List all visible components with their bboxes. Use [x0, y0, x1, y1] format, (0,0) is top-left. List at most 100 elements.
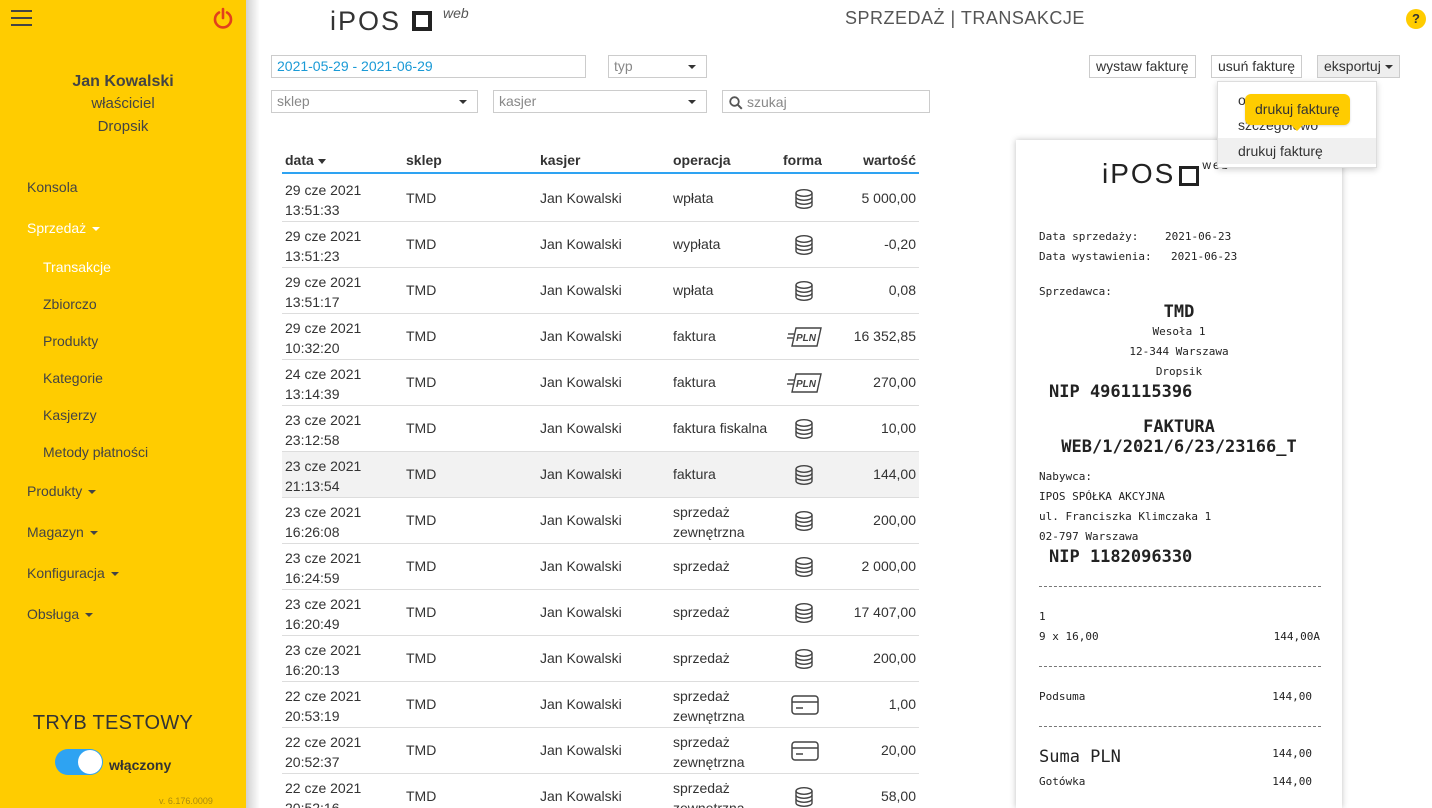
sidebar-item-konfiguracja[interactable]: Konfiguracja [27, 565, 119, 581]
cell-date-day: 23 cze 2021 [285, 550, 362, 566]
table-row[interactable]: 23 cze 2021 23:12:58 TMD Jan Kowalski faktur… [282, 406, 919, 452]
cell-cashier: Jan Kowalski [540, 650, 622, 666]
cell-shop: TMD [406, 420, 437, 436]
cell-payment-form [787, 463, 821, 487]
cell-date: 29 cze 2021 13:51:33 [285, 180, 361, 220]
caret-down-icon [110, 572, 119, 577]
cell-value: 16 352,85 [853, 328, 916, 344]
table-row[interactable]: 22 cze 2021 20:52:16 TMD Jan Kowalski sprzed… [282, 774, 919, 808]
transfer-pln-icon: PLN [787, 373, 822, 393]
sidebar-item-sprzedaz[interactable]: Sprzedaż [27, 220, 101, 236]
credit-card-icon [791, 695, 819, 715]
svg-text:PLN: PLN [796, 333, 817, 344]
column-header-cashier[interactable]: kasjer [540, 152, 580, 168]
sidebar-item-obsluga[interactable]: Obsługa [27, 606, 94, 622]
table-row[interactable]: 29 cze 2021 10:32:20 TMD Jan Kowalski faktur… [282, 314, 919, 360]
cell-date-time: 20:53:19 [285, 708, 340, 724]
search-input[interactable]: szukaj [722, 90, 930, 113]
cash-coins-icon [795, 189, 813, 209]
item-qty: 9 x 16,00 [1039, 630, 1099, 643]
sidebar-item-produkty-sub[interactable]: Produkty [43, 333, 98, 349]
caret-down-icon [88, 490, 97, 495]
cell-payment-form [787, 417, 821, 441]
caret-down-icon [85, 613, 94, 618]
cell-payment-form [787, 279, 821, 303]
cell-date-time: 23:12:58 [285, 432, 340, 448]
cell-operation: sprzedaż [673, 604, 730, 620]
sidebar-item-produkty[interactable]: Produkty [27, 483, 97, 499]
sidebar-item-metody-platnosci[interactable]: Metody płatności [43, 444, 148, 460]
cell-value: 1,00 [888, 696, 916, 712]
cell-date-time: 13:51:17 [285, 294, 340, 310]
table-row[interactable]: 23 cze 2021 16:24:59 TMD Jan Kowalski sprzed… [282, 544, 919, 590]
cell-date: 23 cze 2021 21:13:54 [285, 456, 361, 496]
cell-date-time: 13:51:33 [285, 202, 340, 218]
cell-cashier: Jan Kowalski [540, 558, 622, 574]
date-range-input[interactable]: 2021-05-29 - 2021-06-29 [271, 55, 586, 78]
cash: 144,00 [1272, 775, 1312, 788]
type-select[interactable]: typ [608, 55, 707, 78]
buyer-name: IPOS SPÓŁKA AKCYJNA [1039, 490, 1165, 503]
column-header-label: data [285, 152, 314, 168]
page-title: SPRZEDAŻ | TRANSAKCJE [845, 8, 1085, 28]
cell-operation-line2: zewnętrzna [673, 708, 745, 724]
cell-date-day: 29 cze 2021 [285, 320, 362, 336]
shop-select[interactable]: sklep [271, 90, 478, 113]
help-button[interactable]: ? [1406, 9, 1426, 29]
table-row[interactable]: 22 cze 2021 20:52:37 TMD Jan Kowalski sprzed… [282, 728, 919, 774]
cell-operation: sprzedaż zewnętrzna [673, 778, 745, 808]
shop-select-placeholder: sklep [277, 93, 310, 109]
sidebar-item-magazyn[interactable]: Magazyn [27, 524, 98, 540]
cell-cashier: Jan Kowalski [540, 190, 622, 206]
cell-payment-form [787, 555, 821, 579]
table-row[interactable]: 23 cze 2021 21:13:54 TMD Jan Kowalski faktur… [282, 452, 919, 498]
column-header-shop[interactable]: sklep [406, 152, 442, 168]
sidebar-item-konsola[interactable]: Konsola [27, 179, 78, 195]
cashier-select[interactable]: kasjer [493, 90, 707, 113]
cell-operation-line1: sprzedaż [673, 504, 730, 520]
power-icon[interactable] [212, 7, 234, 29]
logo-mark-icon [1179, 165, 1200, 186]
cell-operation-line1: sprzedaż [673, 688, 730, 704]
issue-date: 2021-06-23 [1171, 250, 1238, 263]
table-row[interactable]: 24 cze 2021 13:14:39 TMD Jan Kowalski faktur… [282, 360, 919, 406]
seller-city: 12-344 Warszawa [1129, 345, 1229, 358]
sidebar-item-kasjerzy[interactable]: Kasjerzy [43, 407, 97, 423]
sidebar-item-transakcje[interactable]: Transakcje [43, 259, 111, 275]
table-row[interactable]: 23 cze 2021 16:20:49 TMD Jan Kowalski sprzed… [282, 590, 919, 636]
sidebar-item-zbiorczo[interactable]: Zbiorczo [43, 296, 97, 312]
table-row[interactable]: 29 cze 2021 13:51:33 TMD Jan Kowalski wpłata… [282, 176, 919, 222]
table-row[interactable]: 29 cze 2021 13:51:23 TMD Jan Kowalski wypłat… [282, 222, 919, 268]
delete-invoice-button[interactable]: usuń fakturę [1211, 55, 1303, 78]
menu-item-print-invoice[interactable]: drukuj fakturę [1218, 138, 1376, 164]
table-row[interactable]: 29 cze 2021 13:51:17 TMD Jan Kowalski wpłata… [282, 268, 919, 314]
item-total: 144,00A [1273, 630, 1320, 643]
column-header-value[interactable]: wartość [863, 152, 916, 168]
test-mode-toggle[interactable] [55, 749, 103, 775]
column-header-date[interactable]: data [285, 152, 326, 168]
table-row[interactable]: 23 cze 2021 16:20:13 TMD Jan Kowalski sprzed… [282, 636, 919, 682]
cash-coins-icon [795, 557, 813, 577]
table-row[interactable]: 23 cze 2021 16:26:08 TMD Jan Kowalski sprzed… [282, 498, 919, 544]
cell-operation: faktura [673, 466, 716, 482]
table-row[interactable]: 22 cze 2021 20:53:19 TMD Jan Kowalski sprzed… [282, 682, 919, 728]
item-name: 1 [1039, 610, 1046, 623]
sidebar-item-label: Konfiguracja [27, 565, 105, 581]
cell-operation: faktura fiskalna [673, 420, 767, 436]
logo-suffix: web [443, 5, 469, 21]
column-header-form[interactable]: forma [783, 152, 822, 168]
cell-date-time: 20:52:16 [285, 800, 340, 808]
menu-icon[interactable] [11, 10, 32, 28]
cell-payment-form [787, 233, 821, 257]
sidebar-item-kategorie[interactable]: Kategorie [43, 370, 103, 386]
column-header-operation[interactable]: operacja [673, 152, 731, 168]
seller-label: Sprzedawca: [1039, 285, 1112, 298]
cell-shop: TMD [406, 374, 437, 390]
transfer-pln-icon: PLN [787, 327, 822, 347]
export-button[interactable]: eksportuj [1317, 55, 1400, 78]
cash-coins-icon [795, 787, 813, 807]
cell-shop: TMD [406, 466, 437, 482]
cell-value: 5 000,00 [861, 190, 917, 206]
cell-value: 200,00 [873, 512, 916, 528]
issue-invoice-button[interactable]: wystaw fakturę [1089, 55, 1196, 78]
